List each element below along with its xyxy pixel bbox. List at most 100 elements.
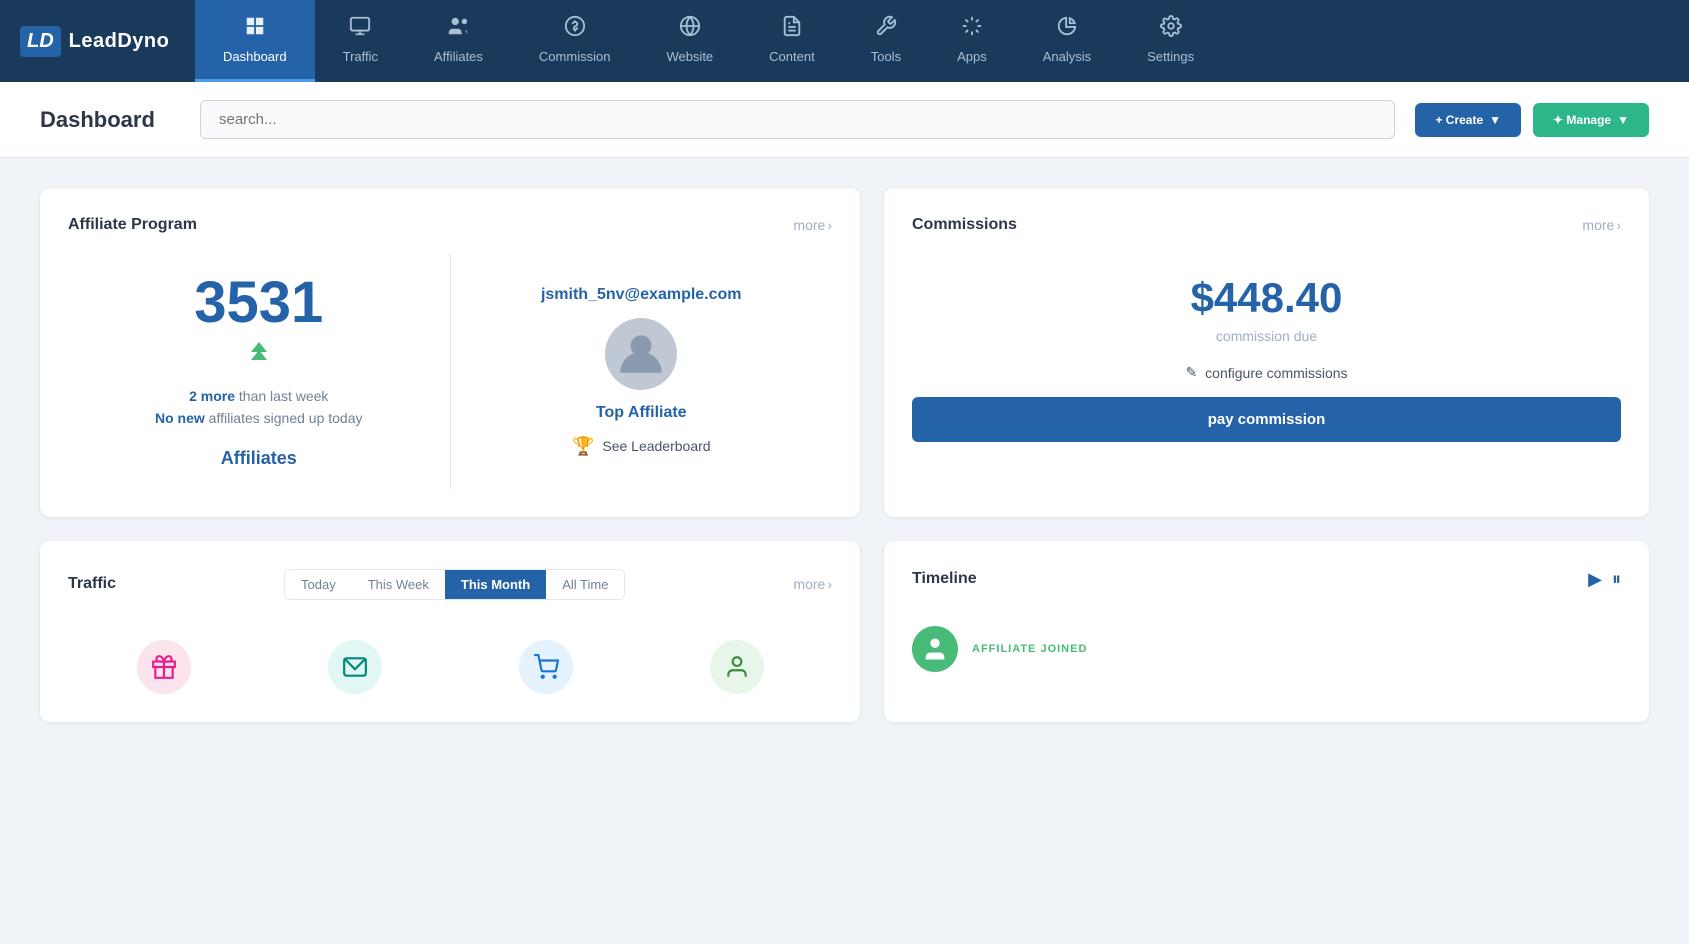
page-header: Dashboard + Create ▼ ✦ Manage ▼ xyxy=(0,82,1689,158)
website-icon xyxy=(679,15,701,43)
nav-label-website: Website xyxy=(666,49,713,64)
commissions-card-title: Commissions xyxy=(912,216,1017,234)
edit-icon: ✎ xyxy=(1185,364,1197,381)
commission-due-label: commission due xyxy=(1216,328,1317,344)
affiliate-program-card: Affiliate Program more › 3531 xyxy=(40,188,860,517)
create-chevron-icon: ▼ xyxy=(1489,113,1501,127)
header-actions: + Create ▼ ✦ Manage ▼ xyxy=(1415,103,1649,137)
affiliate-count: 3531 xyxy=(194,274,323,332)
timeline-card-title: Timeline xyxy=(912,570,977,588)
nav-item-tools[interactable]: Tools xyxy=(843,0,929,82)
bottom-cards-row: Traffic Today This Week This Month All T… xyxy=(40,541,1649,722)
email-icon-circle xyxy=(328,640,382,694)
traffic-purchases xyxy=(519,640,573,694)
trophy-icon: 🏆 xyxy=(572,436,594,457)
affiliate-card-header: Affiliate Program more › xyxy=(68,216,832,234)
nav-item-settings[interactable]: Settings xyxy=(1119,0,1222,82)
affiliate-left-panel: 3531 2 more than last week No new affili… xyxy=(68,254,451,489)
affiliate-right-panel: jsmith_5nv@example.com Top Affiliate 🏆 S… xyxy=(451,254,833,489)
configure-commissions-link[interactable]: ✎ configure commissions xyxy=(1185,364,1347,381)
commissions-more-link[interactable]: more › xyxy=(1582,217,1621,233)
nav-item-affiliates[interactable]: Affiliates xyxy=(406,0,511,82)
timeline-entry: AFFILIATE JOINED xyxy=(912,610,1621,672)
tab-this-week[interactable]: This Week xyxy=(352,570,445,599)
traffic-tabs: Today This Week This Month All Time xyxy=(284,569,625,600)
nav-label-commission: Commission xyxy=(539,49,611,64)
nav-label-dashboard: Dashboard xyxy=(223,49,287,64)
leaderboard-link[interactable]: 🏆 See Leaderboard xyxy=(572,436,711,457)
commission-icon xyxy=(564,15,586,43)
more-chevron-icon: › xyxy=(827,217,832,233)
traffic-icon xyxy=(349,15,371,43)
nav-item-apps[interactable]: Apps xyxy=(929,0,1015,82)
commissions-card: Commissions more › $448.40 commission du… xyxy=(884,188,1649,517)
more-highlight: 2 more xyxy=(189,388,235,404)
no-new-highlight: No new xyxy=(155,410,205,426)
manage-chevron-icon: ▼ xyxy=(1617,113,1629,127)
avatar xyxy=(605,318,677,390)
traffic-affiliates xyxy=(710,640,764,694)
main-nav: LD LeadDyno Dashboard Traffic Affiliates… xyxy=(0,0,1689,82)
timeline-pause-button[interactable]: ⏸ xyxy=(1612,569,1621,590)
nav-item-website[interactable]: Website xyxy=(638,0,741,82)
logo[interactable]: LD LeadDyno xyxy=(0,0,195,82)
visitors-icon-circle xyxy=(137,640,191,694)
nav-item-content[interactable]: Content xyxy=(741,0,843,82)
content-icon xyxy=(781,15,803,43)
traffic-icons-row xyxy=(68,620,832,694)
commission-body: $448.40 commission due ✎ configure commi… xyxy=(912,254,1621,442)
nav-label-analysis: Analysis xyxy=(1043,49,1091,64)
timeline-card: Timeline ▶ ⏸ AFFILIATE JOINED xyxy=(884,541,1649,722)
nav-label-affiliates: Affiliates xyxy=(434,49,483,64)
create-button[interactable]: + Create ▼ xyxy=(1415,103,1521,137)
tab-this-month[interactable]: This Month xyxy=(445,570,546,599)
pay-commission-button[interactable]: pay commission xyxy=(912,397,1621,442)
affiliate-card-title: Affiliate Program xyxy=(68,216,197,234)
top-cards-row: Affiliate Program more › 3531 xyxy=(40,188,1649,517)
timeline-avatar xyxy=(912,626,958,672)
affiliates-link[interactable]: Affiliates xyxy=(221,448,297,469)
timeline-entry-info: AFFILIATE JOINED xyxy=(972,643,1087,655)
commission-amount: $448.40 xyxy=(1191,274,1343,322)
commissions-card-header: Commissions more › xyxy=(912,216,1621,234)
nav-label-traffic: Traffic xyxy=(343,49,378,64)
affiliate-stats: 2 more than last week No new affiliates … xyxy=(155,385,363,430)
apps-icon xyxy=(961,15,983,43)
tab-all-time[interactable]: All Time xyxy=(546,570,624,599)
nav-item-commission[interactable]: Commission xyxy=(511,0,639,82)
nav-label-tools: Tools xyxy=(871,49,901,64)
timeline-badge: AFFILIATE JOINED xyxy=(972,643,1087,655)
logo-text: LeadDyno xyxy=(69,30,170,53)
search-input[interactable] xyxy=(200,100,1395,139)
timeline-play-button[interactable]: ▶ xyxy=(1588,569,1602,590)
traffic-visitors xyxy=(137,640,191,694)
logo-icon: LD xyxy=(20,26,61,57)
affiliate-icon-circle xyxy=(710,640,764,694)
top-affiliate-email: jsmith_5nv@example.com xyxy=(541,286,742,304)
nav-item-analysis[interactable]: Analysis xyxy=(1015,0,1119,82)
top-affiliate-label: Top Affiliate xyxy=(596,404,687,422)
tab-today[interactable]: Today xyxy=(285,570,352,599)
main-content: Affiliate Program more › 3531 xyxy=(0,158,1689,776)
affiliate-more-link[interactable]: more › xyxy=(793,217,832,233)
nav-item-traffic[interactable]: Traffic xyxy=(315,0,406,82)
timeline-card-header: Timeline ▶ ⏸ xyxy=(912,569,1621,590)
page-title: Dashboard xyxy=(40,107,180,133)
traffic-card-header: Traffic Today This Week This Month All T… xyxy=(68,569,832,600)
timeline-actions: ▶ ⏸ xyxy=(1588,569,1621,590)
traffic-card-title: Traffic xyxy=(68,575,116,593)
nav-item-dashboard[interactable]: Dashboard xyxy=(195,0,315,82)
manage-button[interactable]: ✦ Manage ▼ xyxy=(1533,103,1649,137)
up-arrows-icon xyxy=(242,340,276,377)
traffic-email xyxy=(328,640,382,694)
traffic-more-link[interactable]: more › xyxy=(793,576,832,592)
affiliate-card-body: 3531 2 more than last week No new affili… xyxy=(68,254,832,489)
tools-icon xyxy=(875,15,897,43)
affiliates-icon xyxy=(447,15,469,43)
nav-label-content: Content xyxy=(769,49,815,64)
cart-icon-circle xyxy=(519,640,573,694)
settings-icon xyxy=(1160,15,1182,43)
commissions-chevron-icon: › xyxy=(1616,217,1621,233)
analysis-icon xyxy=(1056,15,1078,43)
nav-label-apps: Apps xyxy=(957,49,987,64)
